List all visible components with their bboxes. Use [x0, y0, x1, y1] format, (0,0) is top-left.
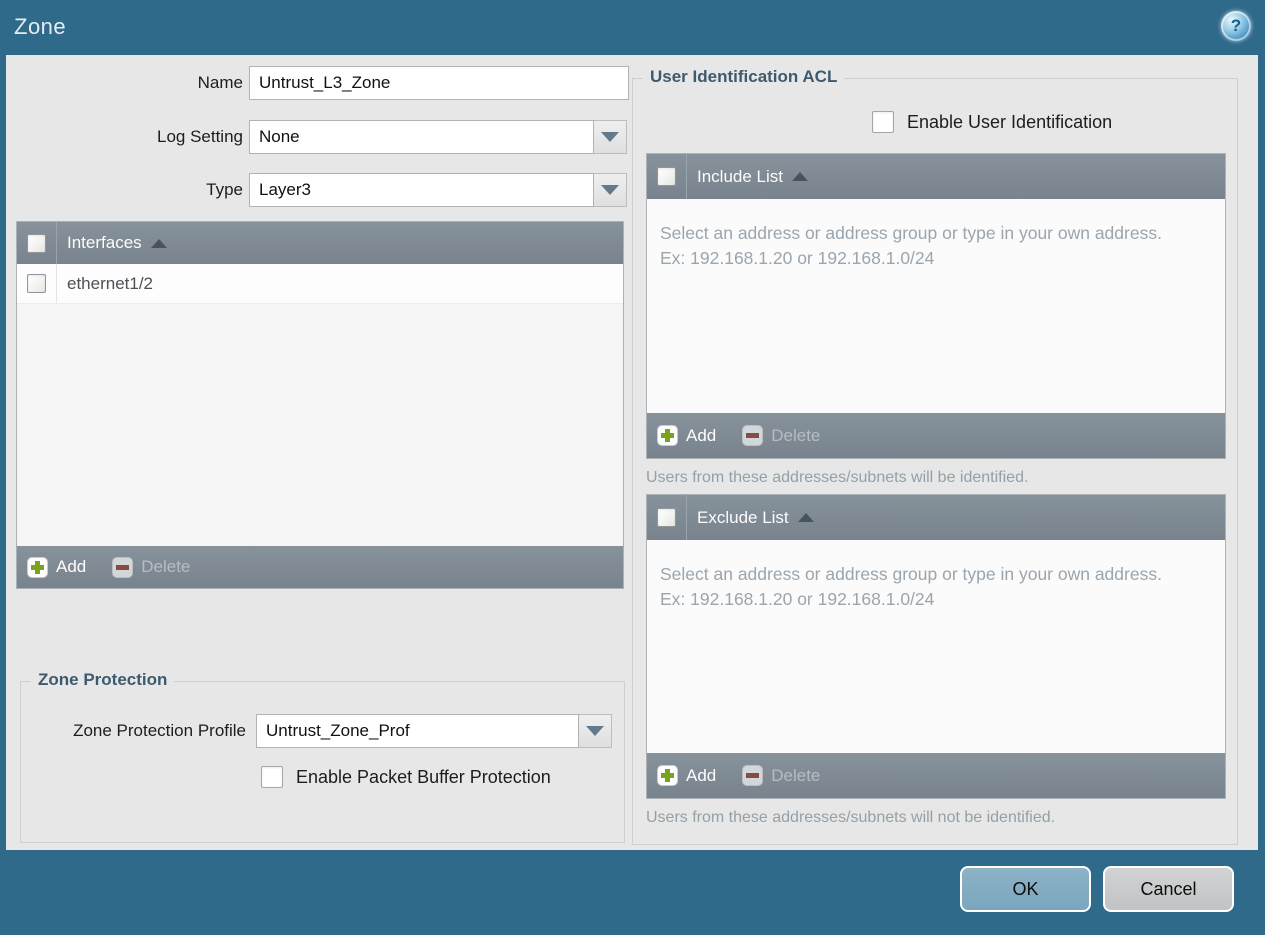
chevron-down-icon: [601, 185, 619, 195]
interfaces-table-body: ethernet1/2: [17, 264, 623, 546]
log-setting-value[interactable]: None: [249, 120, 594, 154]
dialog-body: Name Log Setting None Type Layer3 In: [6, 55, 1258, 850]
interfaces-toolbar: Add Delete: [17, 546, 623, 588]
include-list-toolbar: Add Delete: [647, 413, 1225, 458]
interfaces-add-button[interactable]: Add: [27, 556, 86, 578]
add-icon: [657, 765, 678, 786]
type-select[interactable]: Layer3: [249, 173, 627, 207]
zone-protection-fieldset: Zone Protection Zone Protection Profile …: [20, 670, 625, 843]
sort-ascending-icon: [797, 513, 814, 522]
zone-protection-profile-dropdown-button[interactable]: [579, 714, 612, 748]
type-value[interactable]: Layer3: [249, 173, 594, 207]
exclude-list-body[interactable]: Select an address or address group or ty…: [647, 540, 1225, 753]
interface-row-checkbox[interactable]: [27, 274, 46, 293]
table-row[interactable]: ethernet1/2: [17, 264, 623, 304]
include-list-header: Include List: [647, 154, 1225, 199]
exclude-list-table: Exclude List Select an address or addres…: [646, 494, 1226, 799]
interface-name: ethernet1/2: [67, 273, 154, 293]
exclude-list-placeholder: Select an address or address group or ty…: [660, 564, 1162, 609]
type-dropdown-button[interactable]: [594, 173, 627, 207]
cancel-button[interactable]: Cancel: [1103, 866, 1234, 912]
packet-buffer-row: Enable Packet Buffer Protection: [261, 766, 551, 788]
interfaces-delete-button[interactable]: Delete: [112, 556, 190, 578]
dialog-titlebar: Zone ?: [0, 0, 1265, 55]
include-list-select-all-checkbox[interactable]: [657, 167, 676, 186]
packet-buffer-checkbox[interactable]: [261, 766, 283, 788]
exclude-list-toolbar: Add Delete: [647, 753, 1225, 798]
interfaces-table: Interfaces ethernet1/2 Add Delete: [16, 221, 624, 589]
enable-user-identification-checkbox[interactable]: [872, 111, 894, 133]
exclude-add-button[interactable]: Add: [657, 765, 716, 786]
include-add-button[interactable]: Add: [657, 425, 716, 446]
log-setting-label: Log Setting: [156, 127, 243, 146]
log-setting-select[interactable]: None: [249, 120, 627, 154]
exclude-delete-button[interactable]: Delete: [742, 765, 820, 786]
dialog-title: Zone: [14, 14, 67, 39]
interfaces-select-all-checkbox[interactable]: [27, 233, 46, 253]
include-list-caption: Users from these addresses/subnets will …: [646, 469, 1029, 486]
interfaces-table-header: Interfaces: [17, 222, 623, 264]
delete-icon: [112, 556, 134, 578]
include-list-table: Include List Select an address or addres…: [646, 153, 1226, 459]
log-setting-dropdown-button[interactable]: [594, 120, 627, 154]
name-label: Name: [197, 73, 243, 92]
user-identification-legend: User Identification ACL: [643, 67, 845, 87]
chevron-down-icon: [601, 132, 619, 142]
type-row: Type Layer3: [16, 173, 630, 207]
zone-protection-profile-label: Zone Protection Profile: [73, 721, 246, 740]
log-setting-row: Log Setting None: [16, 120, 630, 154]
ok-button[interactable]: OK: [960, 866, 1091, 912]
include-list-placeholder: Select an address or address group or ty…: [660, 223, 1162, 268]
exclude-list-header: Exclude List: [647, 495, 1225, 540]
delete-icon: [742, 425, 764, 446]
include-delete-button[interactable]: Delete: [742, 425, 820, 446]
enable-user-identification-label: Enable User Identification: [907, 111, 1113, 132]
include-list-column-header[interactable]: Include List: [697, 167, 808, 187]
enable-user-identification-row: Enable User Identification: [872, 111, 1112, 133]
delete-icon: [742, 765, 764, 786]
user-identification-fieldset: User Identification ACL Enable User Iden…: [632, 67, 1238, 845]
exclude-list-select-all-checkbox[interactable]: [657, 508, 676, 527]
chevron-down-icon: [586, 726, 604, 736]
zone-protection-legend: Zone Protection: [31, 670, 175, 690]
add-icon: [657, 425, 678, 446]
help-icon[interactable]: ?: [1221, 11, 1251, 41]
add-icon: [27, 556, 48, 578]
interfaces-column-header[interactable]: Interfaces: [67, 233, 167, 253]
sort-ascending-icon: [150, 238, 167, 248]
sort-ascending-icon: [792, 172, 808, 181]
name-row: Name: [16, 66, 630, 100]
name-input[interactable]: [249, 66, 629, 100]
zone-protection-profile-row: Zone Protection Profile Untrust_Zone_Pro…: [21, 714, 624, 748]
exclude-list-column-header[interactable]: Exclude List: [697, 508, 814, 528]
packet-buffer-label: Enable Packet Buffer Protection: [296, 766, 551, 787]
zone-protection-profile-value[interactable]: Untrust_Zone_Prof: [256, 714, 579, 748]
type-label: Type: [206, 180, 243, 199]
include-list-body[interactable]: Select an address or address group or ty…: [647, 199, 1225, 413]
zone-protection-profile-select[interactable]: Untrust_Zone_Prof: [256, 714, 612, 748]
exclude-list-caption: Users from these addresses/subnets will …: [646, 809, 1056, 826]
